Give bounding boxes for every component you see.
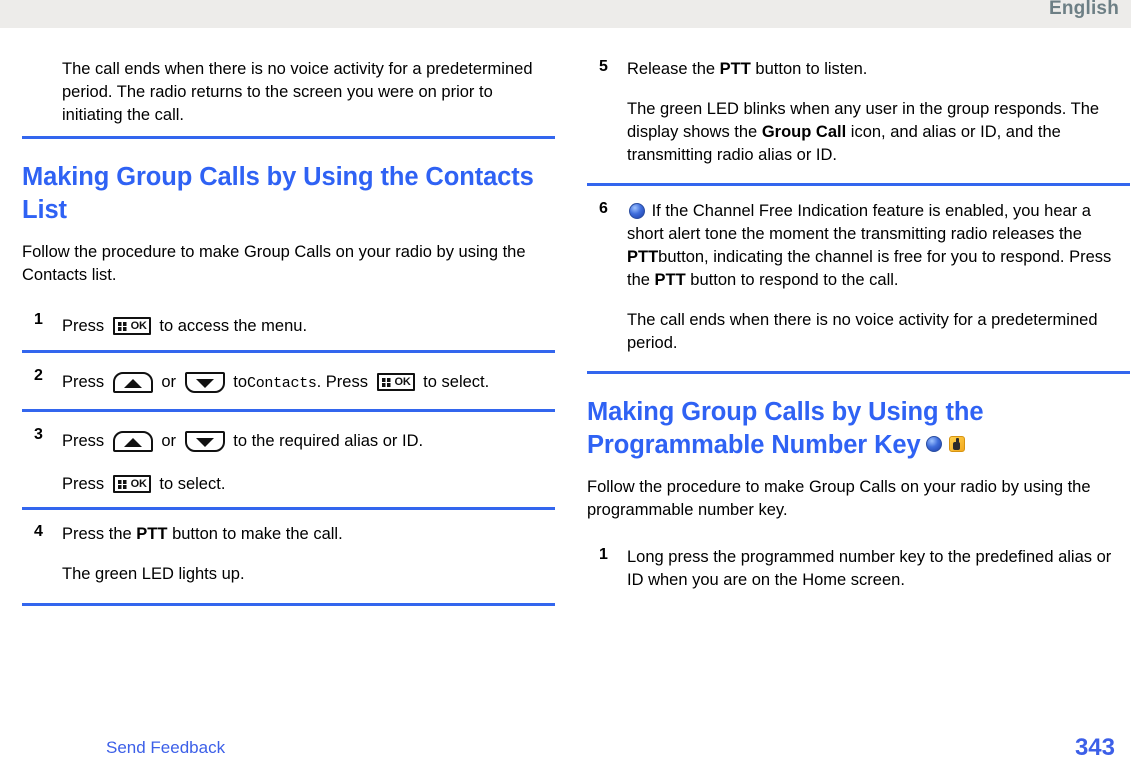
section-intro: Follow the procedure to make Group Calls…: [22, 243, 526, 284]
step-number: 4: [34, 523, 43, 540]
step-text: Press or toContacts. Press OK to select.: [62, 367, 555, 399]
blue-sphere-icon: [925, 436, 942, 452]
page-title: Making Group Calls by Using the Contacts…: [22, 163, 534, 224]
ptt-label: PTT: [654, 271, 686, 289]
section-title-programmable-key: Making Group Calls by Using the Programm…: [587, 396, 1130, 462]
step-result-text: The green LED lights up.: [62, 565, 245, 583]
list-item: 1 Press OK to access the menu.: [22, 311, 555, 341]
divider-rule: [22, 507, 555, 510]
down-arrow-key-icon: [184, 372, 225, 393]
step-number: 5: [599, 58, 608, 75]
divider-rule: [22, 603, 555, 606]
programmable-key-steps-list: 1 Long press the programmed number key t…: [587, 546, 1130, 592]
step-result-text: The call ends when there is no voice act…: [627, 311, 1098, 352]
menu-ok-key-icon: OK: [112, 475, 151, 493]
page-body: The call ends when there is no voice act…: [0, 28, 1131, 728]
step-number: 2: [34, 367, 43, 384]
ptt-label: PTT: [136, 525, 168, 543]
step-text-part: button to make the call.: [172, 525, 343, 543]
step-text-part: Press: [62, 475, 105, 493]
list-item: 5 Release the PTT button to listen. The …: [587, 58, 1130, 167]
up-arrow-key-icon: [112, 431, 153, 452]
page-number: 343: [1074, 734, 1115, 761]
menu-ok-key-icon: OK: [112, 317, 151, 335]
step-text-part: If the Channel Free Indication feature i…: [627, 202, 1091, 243]
step-text-part: button to respond to the call.: [690, 271, 899, 289]
menu-item-name: Contacts: [247, 375, 317, 392]
step-text: Press OK to select.: [62, 469, 555, 499]
language-label: English: [1048, 0, 1119, 19]
step-text-part: Press: [62, 373, 105, 391]
list-item: 3 Press or to the required alias or ID. …: [22, 426, 555, 499]
divider-rule: [22, 136, 555, 139]
menu-ok-key-icon: OK: [376, 373, 415, 391]
blue-sphere-icon: [629, 203, 645, 219]
divider-rule: [22, 350, 555, 353]
section-title-text: Making Group Calls by Using the Programm…: [587, 398, 984, 459]
step-number: 3: [34, 426, 43, 443]
section-intro: Follow the procedure to make Group Calls…: [587, 478, 1091, 519]
step-text: Long press the programmed number key to …: [627, 548, 1112, 589]
send-feedback-link[interactable]: Send Feedback: [106, 738, 225, 758]
step-text-part: button to listen.: [755, 60, 868, 78]
step-text: Press OK to access the menu.: [62, 311, 555, 341]
continuation-note: The call ends when there is no voice act…: [62, 60, 533, 124]
step-number: 1: [599, 546, 608, 563]
manual-page: English The call ends when there is no v…: [0, 0, 1131, 762]
page-footer: Send Feedback 343: [0, 728, 1131, 762]
up-arrow-key-icon: [112, 372, 153, 393]
step-text-part: to select.: [159, 475, 226, 493]
list-item: 1 Long press the programmed number key t…: [587, 546, 1130, 592]
yellow-radio-icon: [948, 436, 965, 452]
left-column: The call ends when there is no voice act…: [0, 28, 565, 728]
step-text-part: or: [161, 373, 177, 391]
divider-rule: [22, 409, 555, 412]
step-text-part: Press: [62, 432, 105, 450]
list-item: 2 Press or toContacts. Press OK to selec…: [22, 367, 555, 399]
step-text-part: to the required alias or ID.: [233, 432, 424, 450]
step-text-part: Press: [62, 317, 105, 335]
step-text-part: to access the menu.: [159, 317, 308, 335]
step-text-part: or: [161, 432, 177, 450]
continued-steps-list: 5 Release the PTT button to listen. The …: [587, 58, 1130, 374]
step-number: 1: [34, 311, 43, 328]
step-text-part: Release the: [627, 60, 716, 78]
step-result-text: The green LED blinks when any user in th…: [627, 98, 1130, 167]
divider-rule: [587, 371, 1130, 374]
contacts-steps-list: 1 Press OK to access the menu. 2 Press o…: [22, 311, 555, 606]
step-number: 6: [599, 200, 608, 217]
list-item: 6 If the Channel Free Indication feature…: [587, 200, 1130, 355]
step-text-part: . Press: [316, 373, 368, 391]
ptt-label: PTT: [627, 248, 659, 266]
right-column: 5 Release the PTT button to listen. The …: [565, 28, 1130, 728]
group-call-label: Group Call: [761, 123, 847, 141]
down-arrow-key-icon: [184, 431, 225, 452]
step-text-part: Press the: [62, 525, 132, 543]
step-text-part: to select.: [423, 373, 490, 391]
step-text: Press or to the required alias or ID.: [62, 426, 555, 456]
page-header-band: English: [0, 0, 1131, 28]
ptt-label: PTT: [719, 60, 751, 78]
list-item: 4 Press the PTT button to make the call.…: [22, 523, 555, 586]
step-text-part: to: [233, 373, 247, 391]
step-text: Release the PTT button to listen.: [627, 58, 1130, 81]
step-text: Press the PTT button to make the call.: [62, 523, 555, 546]
divider-rule: [587, 183, 1130, 186]
step-text: If the Channel Free Indication feature i…: [627, 200, 1130, 292]
